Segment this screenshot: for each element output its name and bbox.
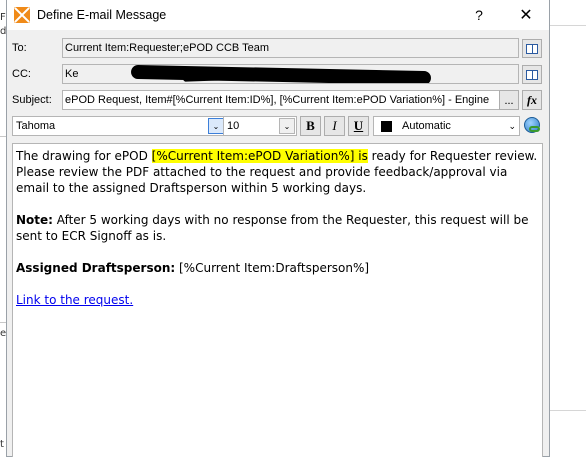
subject-formula-button[interactable]: fx xyxy=(522,90,542,110)
body-paragraph: Assigned Draftsperson: [%Current Item:Dr… xyxy=(16,260,539,276)
font-color-select[interactable]: Automatic ⌄ xyxy=(373,116,520,136)
subject-label: Subject: xyxy=(12,94,52,106)
to-label: To: xyxy=(12,42,27,54)
cc-field[interactable]: Ke om xyxy=(62,64,519,84)
body-paragraph: The drawing for ePOD [%Current Item:ePOD… xyxy=(16,148,539,196)
address-book-icon xyxy=(526,43,538,54)
cc-row: CC: Ke om xyxy=(7,64,551,86)
subject-field[interactable]: ePOD Request, Item#[%Current Item:ID%], … xyxy=(62,90,504,110)
background-text: F xyxy=(0,12,6,23)
background-text: t xyxy=(0,439,4,450)
subject-more-button[interactable]: ... xyxy=(499,90,519,110)
highlighted-text: [%Current Item:ePOD Variation%] is xyxy=(151,149,368,163)
help-button[interactable]: ? xyxy=(469,4,489,26)
to-address-book-button[interactable] xyxy=(522,39,542,58)
background-divider xyxy=(550,410,586,411)
app-logo-icon xyxy=(14,7,30,23)
assigned-label: Assigned Draftsperson: xyxy=(16,261,176,275)
close-button[interactable]: ✕ xyxy=(513,3,539,27)
address-book-icon xyxy=(526,69,538,80)
request-link[interactable]: Link to the request. xyxy=(16,293,133,307)
font-size-select[interactable]: 10 ⌄ xyxy=(223,116,297,136)
cc-address-book-button[interactable] xyxy=(522,65,542,84)
note-label: Note: xyxy=(16,213,53,227)
background-divider xyxy=(550,25,586,26)
subject-row: Subject: ePOD Request, Item#[%Current It… xyxy=(7,90,551,112)
font-family-value: Tahoma xyxy=(16,120,56,132)
font-size-value: 10 xyxy=(227,120,240,132)
formatting-toolbar: Tahoma ⌄ 10 ⌄ B I U Automatic ⌄ xyxy=(7,116,551,138)
chevron-down-icon[interactable]: ⌄ xyxy=(508,118,516,134)
chevron-down-icon[interactable]: ⌄ xyxy=(208,118,224,134)
cc-value-prefix: Ke xyxy=(65,68,79,80)
color-swatch xyxy=(381,121,392,132)
chain-icon xyxy=(529,126,540,132)
italic-button[interactable]: I xyxy=(324,116,345,136)
background-window-right xyxy=(550,0,586,457)
message-body-editor[interactable]: The drawing for ePOD [%Current Item:ePOD… xyxy=(12,143,543,457)
body-paragraph: Note: After 5 working days with no respo… xyxy=(16,212,539,244)
window-title: Define E-mail Message xyxy=(37,8,167,22)
to-row: To: Current Item:Requester;ePOD CCB Team xyxy=(7,38,551,60)
cc-label: CC: xyxy=(12,68,31,80)
to-field[interactable]: Current Item:Requester;ePOD CCB Team xyxy=(62,38,519,58)
assigned-value: [%Current Item:Draftsperson%] xyxy=(175,261,370,275)
insert-link-button[interactable] xyxy=(524,117,542,135)
body-text: The drawing for ePOD xyxy=(16,149,152,163)
title-bar[interactable]: Define E-mail Message ? ✕ xyxy=(7,0,549,30)
underline-button[interactable]: U xyxy=(348,116,369,136)
note-text: After 5 working days with no response fr… xyxy=(16,213,529,243)
define-email-dialog: Define E-mail Message ? ✕ To: Current It… xyxy=(6,0,550,457)
globe-link-icon xyxy=(524,117,540,133)
bold-button[interactable]: B xyxy=(300,116,321,136)
font-family-select[interactable]: Tahoma ⌄ xyxy=(12,116,226,136)
body-paragraph: Link to the request. xyxy=(16,292,539,308)
font-color-value: Automatic xyxy=(402,120,451,132)
chevron-down-icon[interactable]: ⌄ xyxy=(279,118,295,134)
